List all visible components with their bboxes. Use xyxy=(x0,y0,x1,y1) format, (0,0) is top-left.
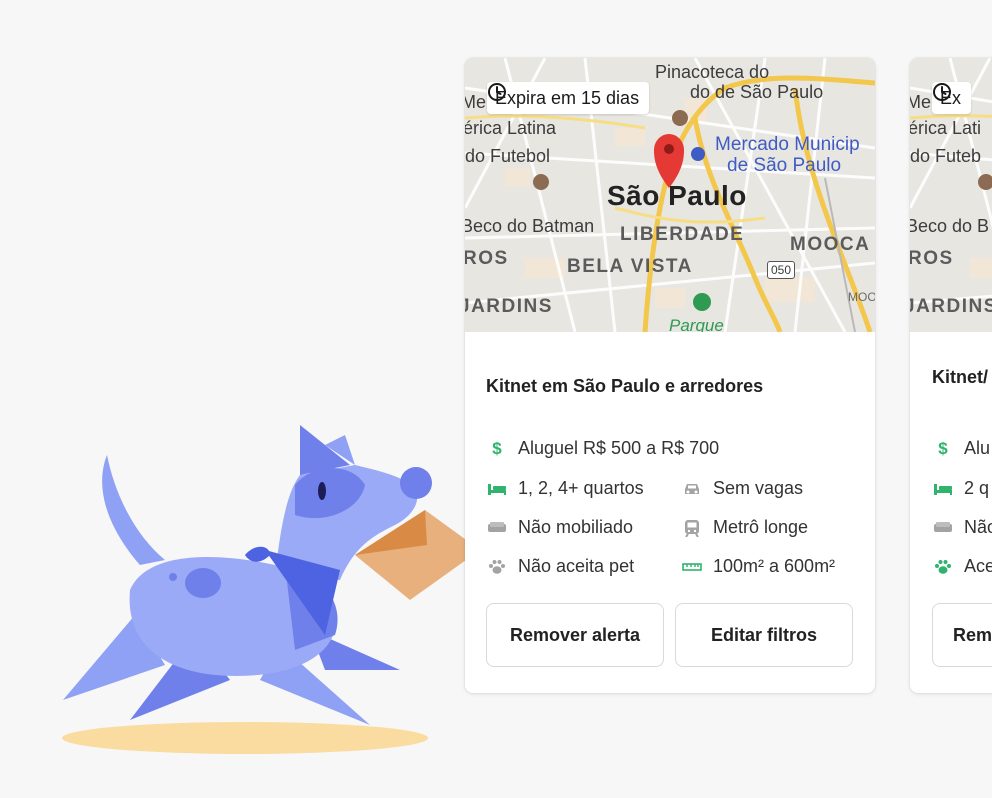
alert-title: Kitnet em São Paulo e arredores xyxy=(486,376,764,396)
map-label: Parque xyxy=(669,316,724,332)
feature-area: 100m² a 600m² xyxy=(681,556,835,577)
feature-pets: Ace xyxy=(932,556,992,577)
map-label: do Futeb xyxy=(910,146,982,166)
clock-icon xyxy=(488,83,506,101)
paw-icon xyxy=(486,558,508,576)
expiry-badge: Ex xyxy=(932,82,972,114)
remove-alert-button[interactable]: Rem xyxy=(932,603,992,667)
feature-metro: Metrô longe xyxy=(681,517,808,538)
map-label: Beco do Batman xyxy=(465,216,595,236)
feature-parking: Sem vagas xyxy=(681,478,803,499)
map-label: Mercado Municip xyxy=(715,134,860,155)
map-district-label: LIBERDADE xyxy=(620,224,745,245)
map-district-label: MOOCA xyxy=(790,234,871,255)
feature-furnished: Não mobiliado xyxy=(486,517,633,538)
dollar-icon: $ xyxy=(938,438,948,458)
remove-alert-button[interactable]: Remover alerta xyxy=(486,603,664,667)
feature-area-text: 100m² a 600m² xyxy=(713,556,836,576)
dollar-icon: $ xyxy=(492,438,502,458)
car-icon xyxy=(681,480,703,498)
alert-card: Mem érica Lati do Futeb Beco do B ROS JA… xyxy=(910,58,992,693)
feature-bedrooms-text: 1, 2, 4+ quartos xyxy=(518,478,644,498)
expiry-badge: Expira em 15 dias xyxy=(487,82,650,114)
train-icon xyxy=(681,519,703,537)
feature-bedrooms: 1, 2, 4+ quartos xyxy=(486,478,644,499)
clock-icon xyxy=(933,83,951,101)
map-label: érica Latina xyxy=(465,118,557,138)
map-district-label: ROS xyxy=(910,248,954,269)
alert-card: Pinacoteca do do de São Paulo Mem érica … xyxy=(465,58,875,693)
map-label: Pinacoteca do xyxy=(655,62,770,82)
bed-icon xyxy=(486,480,508,498)
feature-parking-text: Sem vagas xyxy=(713,478,804,498)
feature-furnished-text: Não mobiliado xyxy=(518,517,634,537)
feature-rent-text: Alu xyxy=(964,438,991,458)
feature-pets-text: Não aceita pet xyxy=(518,556,635,576)
map-label: de São Paulo xyxy=(727,155,842,176)
map-district-label: ROS xyxy=(465,248,509,269)
map-label: Beco do B xyxy=(910,216,990,236)
map-label: érica Lati xyxy=(910,118,982,138)
feature-pets-text: Ace xyxy=(964,556,992,576)
paw-icon xyxy=(932,558,954,576)
map-district-label: BELA VISTA xyxy=(567,256,693,277)
ruler-icon xyxy=(681,558,703,576)
feature-bedrooms-text: 2 q xyxy=(964,478,990,498)
feature-rent-text: Aluguel R$ 500 a R$ 700 xyxy=(518,438,720,458)
alert-title: Kitnet/ arredor xyxy=(932,367,992,387)
map-district-label: JARDINS xyxy=(910,296,992,317)
edit-filters-button[interactable]: Editar filtros xyxy=(675,603,853,667)
feature-rent: $ Alu xyxy=(932,438,990,459)
expiry-text: Expira em 15 dias xyxy=(495,87,640,108)
bed-icon xyxy=(932,480,954,498)
sofa-icon xyxy=(486,519,508,537)
map-label: MOO xyxy=(848,290,875,304)
dog-mascot-illustration xyxy=(62,425,480,754)
map-label: do de São Paulo xyxy=(690,82,824,102)
feature-bedrooms: 2 q xyxy=(932,478,989,499)
feature-pets: Não aceita pet xyxy=(486,556,634,577)
route-shield: 050 xyxy=(767,261,796,279)
feature-rent: $ Aluguel R$ 500 a R$ 700 xyxy=(486,438,719,459)
feature-metro-text: Metrô longe xyxy=(713,517,809,537)
map-district-label: JARDINS xyxy=(465,296,553,317)
sofa-icon xyxy=(932,519,954,537)
feature-furnished: Não xyxy=(932,517,992,538)
map-city-label: São Paulo xyxy=(607,180,747,211)
map-thumbnail[interactable]: Mem érica Lati do Futeb Beco do B ROS JA… xyxy=(910,58,992,332)
feature-furnished-text: Não xyxy=(964,517,992,537)
map-thumbnail[interactable]: Pinacoteca do do de São Paulo Mem érica … xyxy=(465,58,875,332)
map-label: do Futebol xyxy=(465,146,551,166)
